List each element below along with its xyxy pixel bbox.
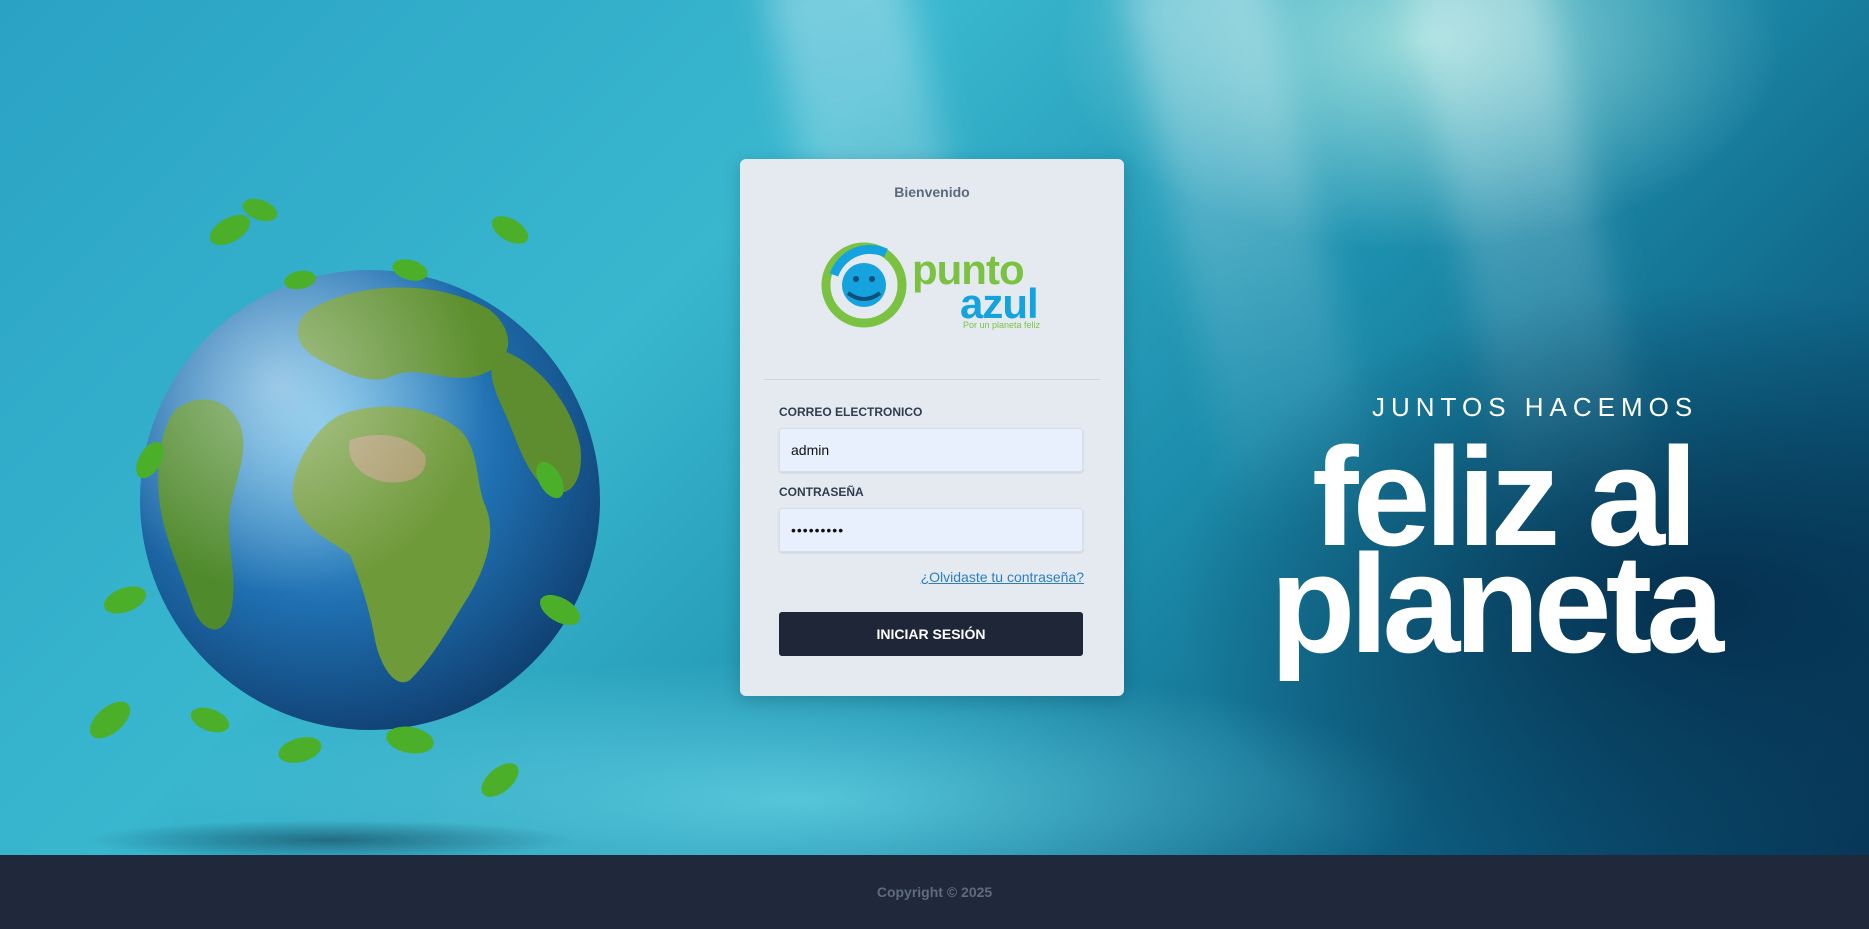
email-input[interactable] [779, 428, 1083, 472]
login-button[interactable]: INICIAR SESIÓN [779, 612, 1083, 656]
password-label: CONTRASEÑA [779, 485, 864, 499]
password-input[interactable] [779, 508, 1083, 552]
login-card: Bienvenido punto azul Por un planeta fel… [740, 159, 1124, 696]
globe-shadow [80, 820, 580, 860]
logo-tagline: Por un planeta feliz [963, 320, 1041, 330]
forgot-password-link[interactable]: ¿Olvidaste tu contraseña? [921, 569, 1084, 585]
slogan-line-2: planeta [1270, 525, 1724, 682]
footer: Copyright © 2025 [0, 855, 1869, 929]
page: JUNTOS HACEMOS feliz al planeta Bienveni… [0, 0, 1869, 929]
card-title: Bienvenido [894, 184, 970, 200]
copyright-text: Copyright © 2025 [876, 884, 993, 900]
divider [764, 379, 1100, 380]
earth-globe-image [80, 160, 660, 820]
logo-word-bottom: azul [960, 280, 1039, 327]
email-label: CORREO ELECTRONICO [779, 405, 923, 419]
